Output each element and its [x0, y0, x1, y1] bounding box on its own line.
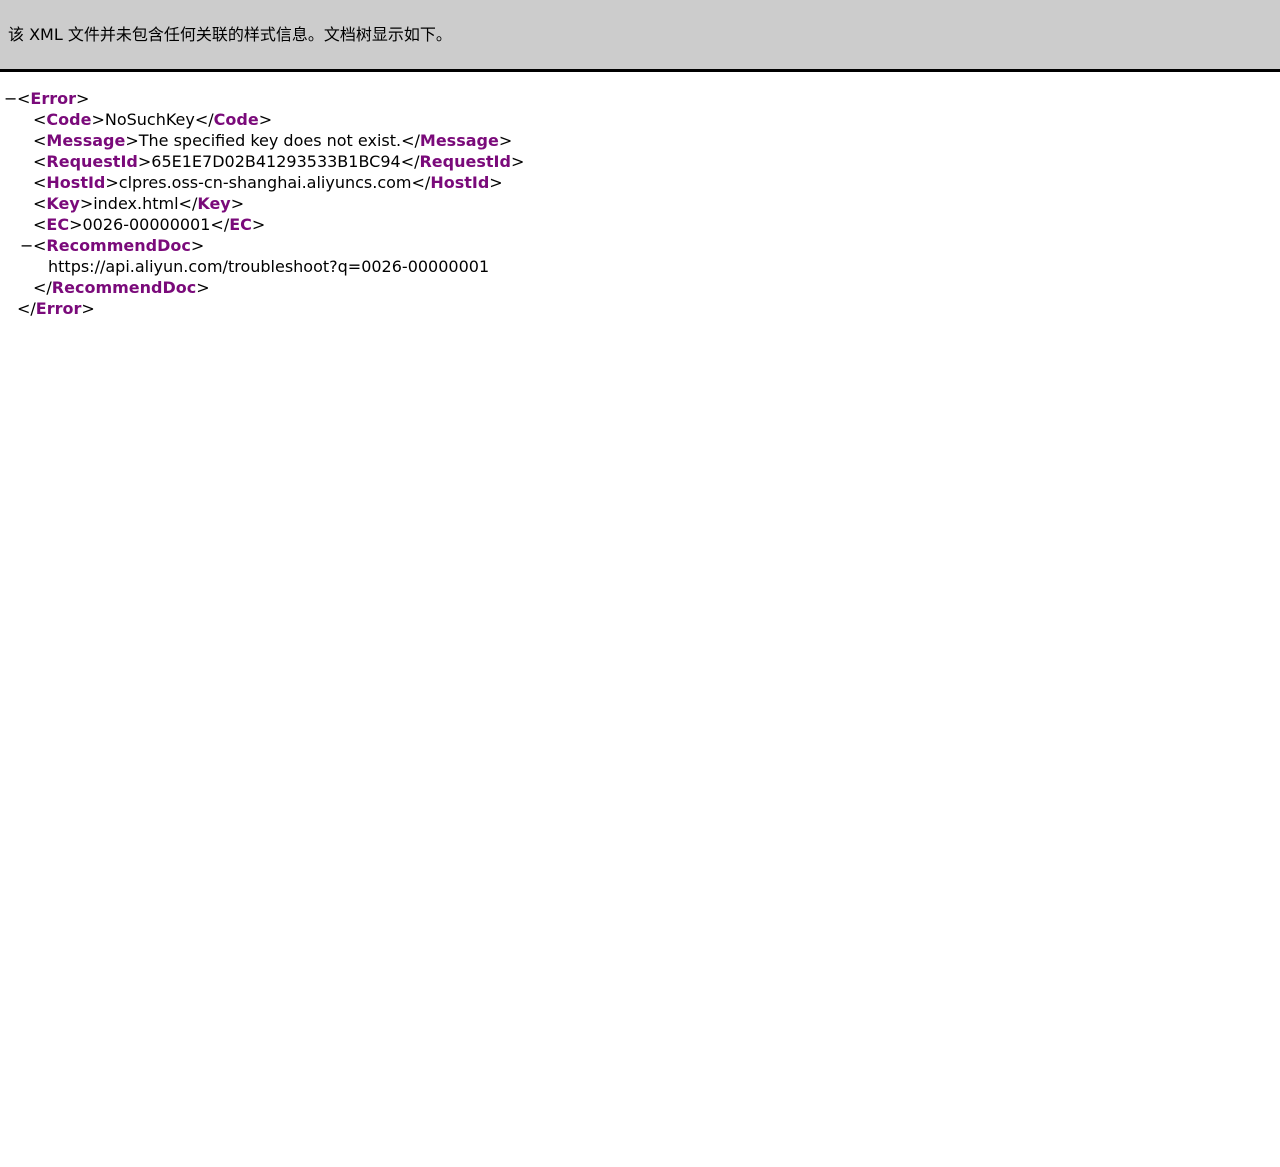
tag-name-request-id: RequestId — [46, 152, 138, 171]
xml-node-code: <Code>NoSuchKey</Code> — [33, 110, 273, 129]
collapse-error-toggle[interactable]: − — [4, 88, 17, 109]
tag-name-host-id-close: HostId — [430, 173, 490, 192]
xml-node-message: <Message>The specified key does not exis… — [33, 131, 513, 150]
xml-document-tree: − <Error> <Code>NoSuchKey</Code> <Messag… — [0, 88, 1280, 319]
xml-info-banner: 该 XML 文件并未包含任何关联的样式信息。文档树显示如下。 — [0, 0, 1280, 72]
xml-node-key: <Key>index.html</Key> — [33, 194, 245, 213]
xml-node-request-id: <RequestId>65E1E7D02B41293533B1BC94</Req… — [33, 152, 525, 171]
tag-name-error-close: Error — [35, 299, 82, 318]
tag-name-message: Message — [46, 131, 126, 150]
message-value: The specified key does not exist. — [138, 131, 402, 150]
tag-name-recommend-doc: RecommendDoc — [46, 236, 191, 255]
tag-name-request-id-close: RequestId — [419, 152, 511, 171]
request-id-value: 65E1E7D02B41293533B1BC94 — [151, 152, 401, 171]
xml-node-recommend-doc-close: </RecommendDoc> — [33, 278, 210, 297]
xml-node-error-open: − <Error> — [4, 88, 90, 109]
tag-name-host-id: HostId — [46, 173, 106, 192]
tag-name-key: Key — [46, 194, 80, 213]
recommend-doc-value: https://api.aliyun.com/troubleshoot?q=00… — [48, 257, 490, 276]
tag-name-code-close: Code — [213, 110, 259, 129]
tag-name-recommend-doc-close: RecommendDoc — [51, 278, 197, 297]
banner-message: 该 XML 文件并未包含任何关联的样式信息。文档树显示如下。 — [8, 25, 452, 44]
xml-node-host-id: <HostId>clpres.oss-cn-shanghai.aliyuncs.… — [33, 173, 503, 192]
host-id-value: clpres.oss-cn-shanghai.aliyuncs.com — [118, 173, 412, 192]
tag-name-ec: EC — [46, 215, 70, 234]
tag-name-ec-close: EC — [229, 215, 252, 234]
xml-node-ec: <EC>0026-00000001</EC> — [33, 215, 266, 234]
tag-name-message-close: Message — [419, 131, 499, 150]
ec-value: 0026-00000001 — [82, 215, 211, 234]
tag-name-error: Error — [30, 89, 76, 108]
tag-name-key-close: Key — [197, 194, 231, 213]
code-value: NoSuchKey — [104, 110, 195, 129]
collapse-recommend-doc-toggle[interactable]: − — [20, 235, 33, 256]
tag-name-code: Code — [46, 110, 92, 129]
key-value: index.html — [93, 194, 179, 213]
xml-node-recommend-doc-open: − <RecommendDoc> — [20, 235, 205, 256]
xml-node-recommend-doc-text: https://api.aliyun.com/troubleshoot?q=00… — [0, 256, 1280, 277]
xml-node-error-close: </Error> — [17, 299, 95, 318]
